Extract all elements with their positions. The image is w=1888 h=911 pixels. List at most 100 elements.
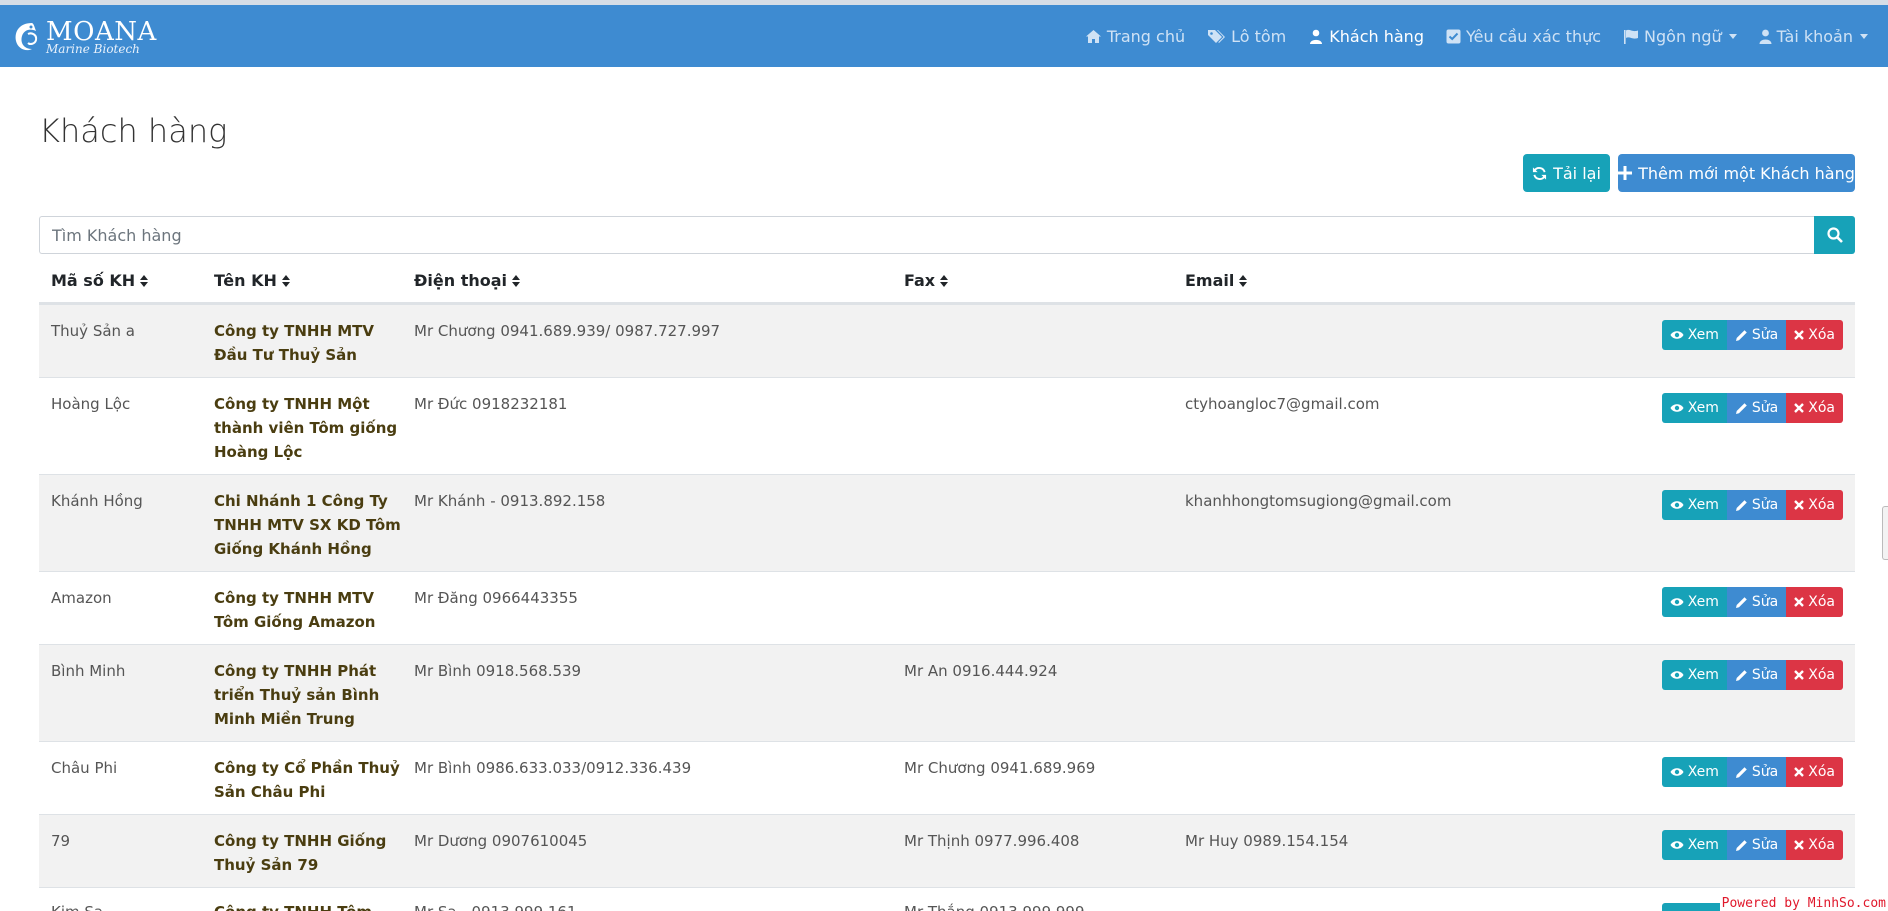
add-customer-button[interactable]: Thêm mới một Khách hàng	[1618, 154, 1855, 192]
view-button[interactable]: Xem	[1661, 320, 1727, 350]
sort-icon	[140, 274, 149, 287]
pencil-icon	[1735, 596, 1747, 608]
side-scroll-handle[interactable]	[1882, 506, 1888, 560]
table-row: Châu Phi Công ty Cổ Phần Thuỷ Sản Châu P…	[39, 741, 1855, 814]
delete-button[interactable]: Xóa	[1786, 830, 1843, 860]
sort-icon	[512, 274, 521, 287]
customer-name: Công ty TNHH MTV Tôm Giống Amazon	[214, 589, 376, 631]
column-header-label: Điện thoại	[414, 271, 508, 290]
view-button[interactable]: Xem	[1661, 757, 1727, 787]
edit-label: Sửa	[1751, 400, 1779, 416]
customer-code: Kim Sa	[51, 900, 103, 911]
shrimp-logo-icon	[15, 23, 38, 51]
customer-fax: Mr An 0916.444.924	[904, 662, 1058, 680]
view-button[interactable]: Xem	[1661, 903, 1727, 911]
table-row: Amazon Công ty TNHH MTV Tôm Giống Amazon…	[39, 571, 1855, 644]
close-icon	[1794, 500, 1805, 510]
column-header-phone[interactable]: Điện thoại	[414, 271, 521, 290]
brand-logo[interactable]: MOANA Marine Biotech	[10, 19, 157, 55]
customer-code: Amazon	[51, 589, 112, 607]
customer-email: khanhhongtomsugiong@gmail.com	[1185, 492, 1452, 510]
delete-label: Xóa	[1808, 764, 1835, 780]
search-icon	[1826, 227, 1843, 243]
customer-code: Hoàng Lộc	[51, 395, 131, 413]
customer-name: Chi Nhánh 1 Công Ty TNHH MTV SX KD Tôm G…	[214, 492, 401, 558]
view-label: Xem	[1687, 327, 1719, 343]
edit-button[interactable]: Sửa	[1726, 660, 1787, 690]
search-input[interactable]	[39, 216, 1814, 254]
table-row: Thuỷ Sản a Công ty TNHH MTV Đầu Tư Thuỷ …	[39, 304, 1855, 377]
edit-button[interactable]: Sửa	[1726, 830, 1787, 860]
edit-button[interactable]: Sửa	[1726, 320, 1787, 350]
pencil-icon	[1735, 402, 1747, 414]
view-label: Xem	[1687, 497, 1719, 513]
column-header-label: Mã số KH	[51, 271, 136, 290]
eye-icon	[1670, 768, 1684, 776]
customer-phone: Mr Đức 0918232181	[414, 395, 568, 413]
main-nav: Trang chủ Lô tôm Khách hàng Yêu cầu xác …	[1063, 5, 1868, 67]
customer-phone: Mr Chương 0941.689.939/ 0987.727.997	[414, 322, 721, 340]
edit-button[interactable]: Sửa	[1726, 587, 1787, 617]
customer-code: 79	[51, 832, 71, 850]
table-row: Bình Minh Công ty TNHH Phát triển Thuỷ s…	[39, 644, 1855, 741]
customer-code: Bình Minh	[51, 662, 126, 680]
edit-label: Sửa	[1751, 667, 1779, 683]
view-button[interactable]: Xem	[1661, 490, 1727, 520]
customer-phone: Mr Bình 0986.633.033/0912.336.439	[414, 759, 692, 777]
customer-phone: Mr Khánh - 0913.892.158	[414, 492, 606, 510]
delete-button[interactable]: Xóa	[1786, 490, 1843, 520]
column-header-email[interactable]: Email	[1185, 271, 1248, 290]
customer-email: ctyhoangloc7@gmail.com	[1185, 395, 1380, 413]
view-button[interactable]: Xem	[1661, 660, 1727, 690]
delete-label: Xóa	[1808, 837, 1835, 853]
table-header: Mã số KH Tên KH Điện thoại Fax Email	[39, 258, 1855, 304]
row-actions: Xem Sửa Xóa	[1661, 660, 1843, 690]
search-bar	[39, 216, 1855, 254]
nav-label-verification-requests: Yêu cầu xác thực	[1465, 26, 1602, 46]
chevron-down-icon	[1728, 33, 1737, 39]
search-button[interactable]	[1814, 216, 1855, 254]
column-header-code[interactable]: Mã số KH	[51, 271, 149, 290]
reload-button[interactable]: Tải lại	[1523, 154, 1610, 192]
plus-icon	[1618, 166, 1633, 180]
navbar: MOANA Marine Biotech Trang chủ Lô tôm Kh…	[0, 5, 1888, 67]
edit-button[interactable]: Sửa	[1726, 757, 1787, 787]
column-header-label: Tên KH	[214, 271, 277, 290]
delete-button[interactable]: Xóa	[1786, 757, 1843, 787]
close-icon	[1794, 767, 1805, 777]
customer-fax: Mr Thắng 0913.999.999	[904, 900, 1085, 911]
edit-label: Sửa	[1751, 594, 1779, 610]
nav-item-customers[interactable]: Khách hàng	[1308, 27, 1424, 46]
nav-item-home[interactable]: Trang chủ	[1085, 27, 1185, 46]
table-row: Kim Sa Công ty TNHH Tôm Mr Sa - 0913.999…	[39, 887, 1855, 911]
pencil-icon	[1735, 499, 1747, 511]
customer-code: Khánh Hồng	[51, 492, 143, 510]
nav-item-language[interactable]: Ngôn ngữ	[1623, 27, 1737, 46]
nav-label-shrimp-lots: Lô tôm	[1231, 26, 1287, 46]
edit-label: Sửa	[1751, 764, 1779, 780]
delete-label: Xóa	[1808, 400, 1835, 416]
edit-button[interactable]: Sửa	[1726, 393, 1787, 423]
delete-label: Xóa	[1808, 594, 1835, 610]
nav-item-account[interactable]: Tài khoản	[1759, 27, 1868, 46]
delete-button[interactable]: Xóa	[1786, 587, 1843, 617]
edit-button[interactable]: Sửa	[1726, 490, 1787, 520]
delete-button[interactable]: Xóa	[1786, 393, 1843, 423]
tags-icon	[1207, 29, 1226, 44]
view-label: Xem	[1687, 837, 1719, 853]
delete-button[interactable]: Xóa	[1786, 660, 1843, 690]
delete-button[interactable]: Xóa	[1786, 320, 1843, 350]
nav-item-verification-requests[interactable]: Yêu cầu xác thực	[1446, 27, 1601, 46]
view-label: Xem	[1687, 594, 1719, 610]
nav-item-shrimp-lots[interactable]: Lô tôm	[1207, 27, 1286, 46]
view-label: Xem	[1687, 400, 1719, 416]
column-header-name[interactable]: Tên KH	[214, 271, 290, 290]
row-actions: Xem Sửa Xóa	[1661, 490, 1843, 520]
customer-name: Công ty TNHH MTV Đầu Tư Thuỷ Sản	[214, 322, 375, 364]
view-button[interactable]: Xem	[1661, 393, 1727, 423]
eye-icon	[1670, 841, 1684, 849]
view-button[interactable]: Xem	[1661, 830, 1727, 860]
column-header-fax[interactable]: Fax	[904, 271, 949, 290]
customer-phone: Mr Dương 0907610045	[414, 832, 588, 850]
view-button[interactable]: Xem	[1661, 587, 1727, 617]
